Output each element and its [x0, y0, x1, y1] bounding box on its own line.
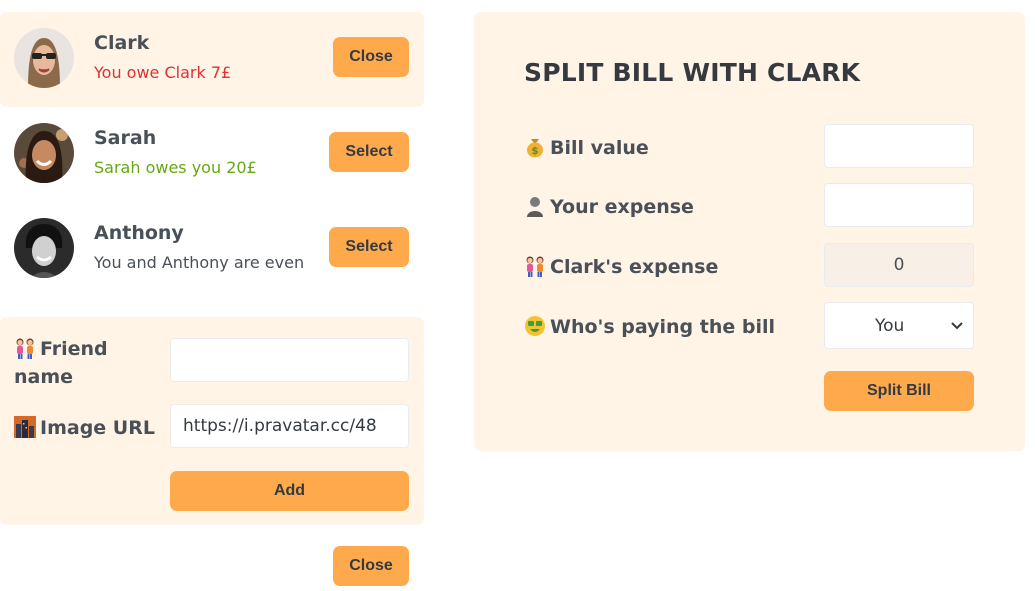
your-expense-input[interactable]	[824, 183, 974, 227]
select-friend-button[interactable]: Select	[329, 132, 409, 172]
friends-sidebar: Clark You owe Clark 7£ Close Sarah Sarah…	[0, 12, 424, 297]
friend-balance: You and Anthony are even	[94, 253, 305, 272]
add-friend-form: Friend name Image URL https://i.pravatar…	[0, 317, 424, 525]
split-bill-title: SPLIT BILL WITH CLARK	[524, 58, 861, 87]
friend-name: Clark	[94, 32, 150, 54]
bill-value-input[interactable]	[824, 124, 974, 168]
money-bag-icon: $	[527, 139, 543, 158]
payer-select[interactable]: You	[824, 302, 974, 349]
friend-expense-label: Clark's expense	[524, 255, 718, 278]
friend-item-clark: Clark You owe Clark 7£ Close	[0, 12, 424, 107]
payer-label: Who's paying the bill	[524, 315, 775, 338]
friend-item-anthony: Anthony You and Anthony are even Select	[0, 202, 424, 297]
money-mouth-face-icon	[525, 316, 545, 336]
friend-balance: Sarah owes you 20£	[94, 158, 257, 177]
image-url-label: Image URL	[14, 414, 155, 442]
friend-item-sarah: Sarah Sarah owes you 20£ Select	[0, 107, 424, 202]
women-holding-hands-icon	[16, 338, 34, 359]
your-expense-label: Your expense	[524, 195, 694, 218]
split-bill-button[interactable]: Split Bill	[824, 371, 974, 411]
person-icon	[527, 197, 543, 217]
bill-value-label: $ Bill value	[524, 136, 649, 159]
friend-name-input[interactable]	[170, 338, 409, 382]
image-url-input[interactable]: https://i.pravatar.cc/48	[170, 404, 409, 448]
friend-name: Sarah	[94, 127, 157, 149]
friend-name: Anthony	[94, 222, 184, 244]
friend-expense-input: 0	[824, 243, 974, 287]
close-form-button[interactable]: Close	[333, 546, 409, 586]
friend-balance: You owe Clark 7£	[94, 63, 232, 82]
chevron-down-icon	[951, 321, 963, 329]
split-bill-form: SPLIT BILL WITH CLARK $ Bill value Your …	[474, 12, 1025, 451]
svg-text:$: $	[532, 146, 539, 157]
add-friend-button[interactable]: Add	[170, 471, 409, 511]
avatar-sarah	[14, 123, 74, 183]
avatar-clark	[14, 28, 74, 88]
cityscape-icon	[14, 416, 36, 438]
select-friend-button[interactable]: Select	[329, 227, 409, 267]
friend-name-label: Friend name	[14, 338, 108, 388]
avatar-anthony	[14, 218, 74, 278]
payer-selected-value: You	[875, 315, 905, 336]
close-friend-button[interactable]: Close	[333, 37, 409, 77]
women-holding-hands-icon	[526, 256, 544, 277]
